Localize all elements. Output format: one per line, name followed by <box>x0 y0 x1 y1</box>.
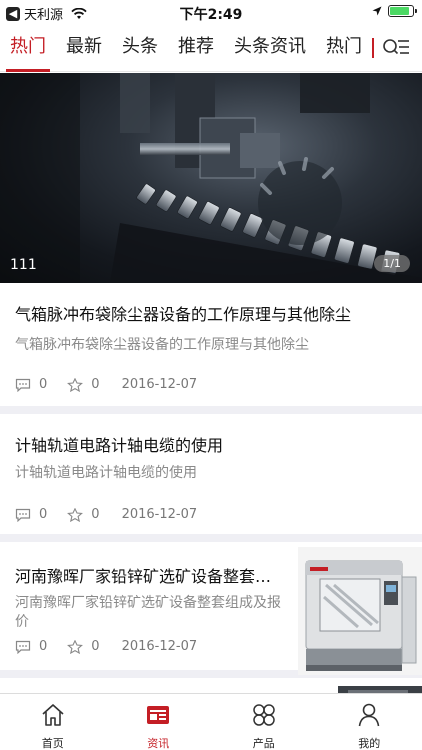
tab-divider <box>372 38 374 58</box>
nav-item-profile[interactable]: 我的 <box>317 694 422 750</box>
article-item[interactable]: 河南豫晖厂家铅锌矿选矿设备整套组成及报价 河南豫晖厂家铅锌矿选矿设备整套组成及报… <box>0 542 422 678</box>
battery-icon <box>388 5 417 17</box>
star-icon[interactable] <box>67 507 84 522</box>
news-feed[interactable]: 111 1/1 气箱脉冲布袋除尘器设备的工作原理与其他除尘 气箱脉冲布袋除尘器设… <box>0 73 422 693</box>
category-tab-bar: 热门 最新 头条 推荐 头条资讯 热门 <box>0 24 422 72</box>
article-meta: 0 0 2016-12-07 <box>15 507 197 522</box>
hero-image <box>0 73 422 283</box>
tab-headline-news[interactable]: 头条资讯 <box>224 24 316 72</box>
next-article-peek <box>0 678 422 693</box>
nav-label-products: 产品 <box>252 737 275 750</box>
nav-label-news: 资讯 <box>147 737 170 750</box>
status-time: 下午2:49 <box>179 7 243 23</box>
article-summary: 气箱脉冲布袋除尘器设备的工作原理与其他除尘 <box>15 337 309 353</box>
article-meta: 0 0 2016-12-07 <box>15 377 197 392</box>
article-item[interactable]: 计轴轨道电路计轴电缆的使用 计轴轨道电路计轴电缆的使用 0 0 2016-12-… <box>0 414 422 542</box>
comment-icon[interactable] <box>15 378 31 392</box>
nav-label-profile: 我的 <box>358 737 381 750</box>
status-bar: ◀ 天利源 下午2:49 <box>0 0 422 24</box>
comment-count: 0 <box>39 507 48 522</box>
article-meta: 0 0 2016-12-07 <box>15 639 197 654</box>
nav-item-news[interactable]: 资讯 <box>106 694 212 750</box>
comment-icon[interactable] <box>15 508 31 522</box>
comment-count: 0 <box>39 377 48 392</box>
bottom-navigation: 首页 资讯 产品 我的 <box>0 693 422 750</box>
article-thumbnail[interactable] <box>298 547 422 675</box>
article-summary: 河南豫晖厂家铅锌矿选矿设备整套组成及报价 <box>15 595 281 630</box>
star-icon[interactable] <box>67 377 84 392</box>
nav-item-home[interactable]: 首页 <box>0 694 106 750</box>
category-tabs: 热门 最新 头条 推荐 头条资讯 热门 <box>0 24 374 72</box>
article-item[interactable]: 气箱脉冲布袋除尘器设备的工作原理与其他除尘 气箱脉冲布袋除尘器设备的工作原理与其… <box>0 283 422 414</box>
category-menu-icon[interactable] <box>382 36 410 60</box>
favorite-count: 0 <box>91 507 100 522</box>
article-date: 2016-12-07 <box>121 377 198 392</box>
article-title[interactable]: 气箱脉冲布袋除尘器设备的工作原理与其他除尘 <box>15 301 407 325</box>
location-arrow-icon <box>372 6 382 16</box>
article-title[interactable]: 河南豫晖厂家铅锌矿选矿设备整套组成及报价 <box>15 563 277 587</box>
comment-icon[interactable] <box>15 640 31 654</box>
favorite-count: 0 <box>91 639 100 654</box>
tab-latest[interactable]: 最新 <box>56 24 112 72</box>
nav-label-home: 首页 <box>41 737 64 750</box>
article-date: 2016-12-07 <box>121 639 198 654</box>
hero-page-counter: 1/1 <box>374 255 410 272</box>
home-icon[interactable] <box>40 702 66 728</box>
favorite-count: 0 <box>91 377 100 392</box>
next-article-thumbnail <box>338 686 422 693</box>
star-icon[interactable] <box>67 639 84 654</box>
article-summary: 计轴轨道电路计轴电缆的使用 <box>15 465 197 481</box>
article-title[interactable]: 计轴轨道电路计轴电缆的使用 <box>15 432 407 456</box>
news-icon[interactable] <box>145 702 171 728</box>
comment-count: 0 <box>39 639 48 654</box>
article-date: 2016-12-07 <box>121 507 198 522</box>
battery-fill <box>390 7 409 15</box>
products-icon[interactable] <box>251 702 277 728</box>
tab-hot[interactable]: 热门 <box>0 24 56 72</box>
status-right <box>372 5 417 17</box>
tab-headlines[interactable]: 头条 <box>112 24 168 72</box>
tab-recommended[interactable]: 推荐 <box>168 24 224 72</box>
hero-banner[interactable]: 111 1/1 <box>0 73 422 283</box>
profile-icon[interactable] <box>356 702 382 728</box>
tab-hot-2[interactable]: 热门 <box>316 24 372 72</box>
nav-item-products[interactable]: 产品 <box>211 694 317 750</box>
hero-caption: 111 <box>10 257 37 273</box>
